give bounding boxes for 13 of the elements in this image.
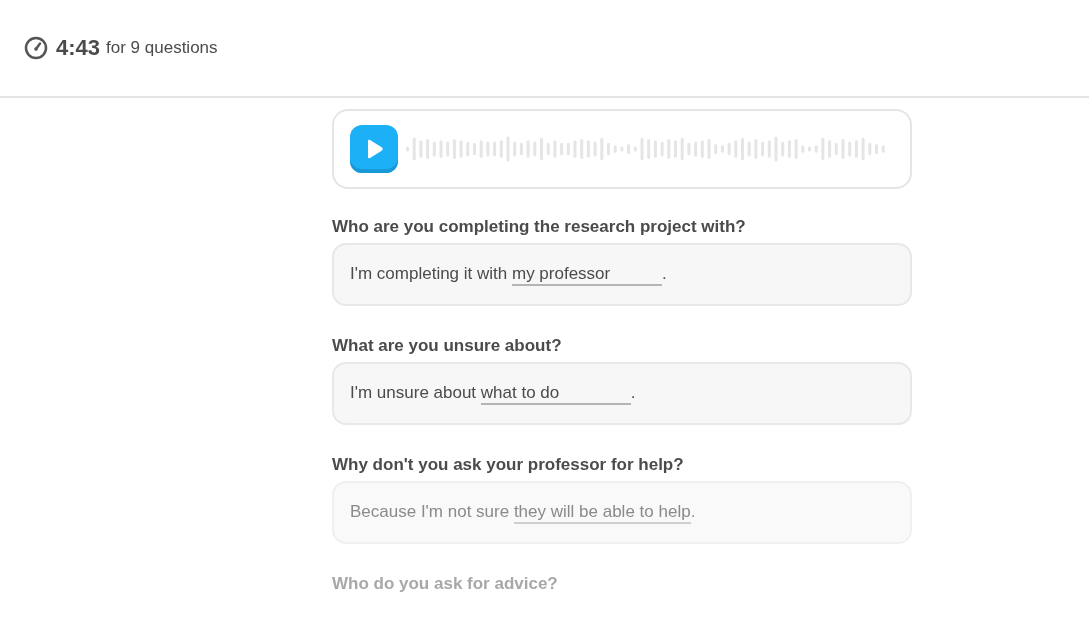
stopwatch-icon xyxy=(24,36,48,60)
question-prompt: Why don't you ask your professor for help? xyxy=(332,455,685,475)
fill-in-line[interactable]: my professor xyxy=(511,263,662,286)
answer-sentence: Because I'm not sure they will be able to help. xyxy=(350,501,696,524)
answer-sentence: I'm unsure about what to do . xyxy=(350,382,636,405)
question-prompt: Who are you completing the research project with? xyxy=(332,217,747,237)
fill-in-line[interactable]: what to do xyxy=(480,382,631,405)
answer-sentence: I'm completing it with my professor . xyxy=(350,263,667,286)
question-prompt: Who do you ask for advice? xyxy=(332,574,559,594)
play-button[interactable] xyxy=(350,125,398,173)
timer-value: 4:43 xyxy=(56,35,101,61)
question-prompt: What are you unsure about? xyxy=(332,336,563,356)
timer-caption: for 9 questions xyxy=(106,38,218,58)
